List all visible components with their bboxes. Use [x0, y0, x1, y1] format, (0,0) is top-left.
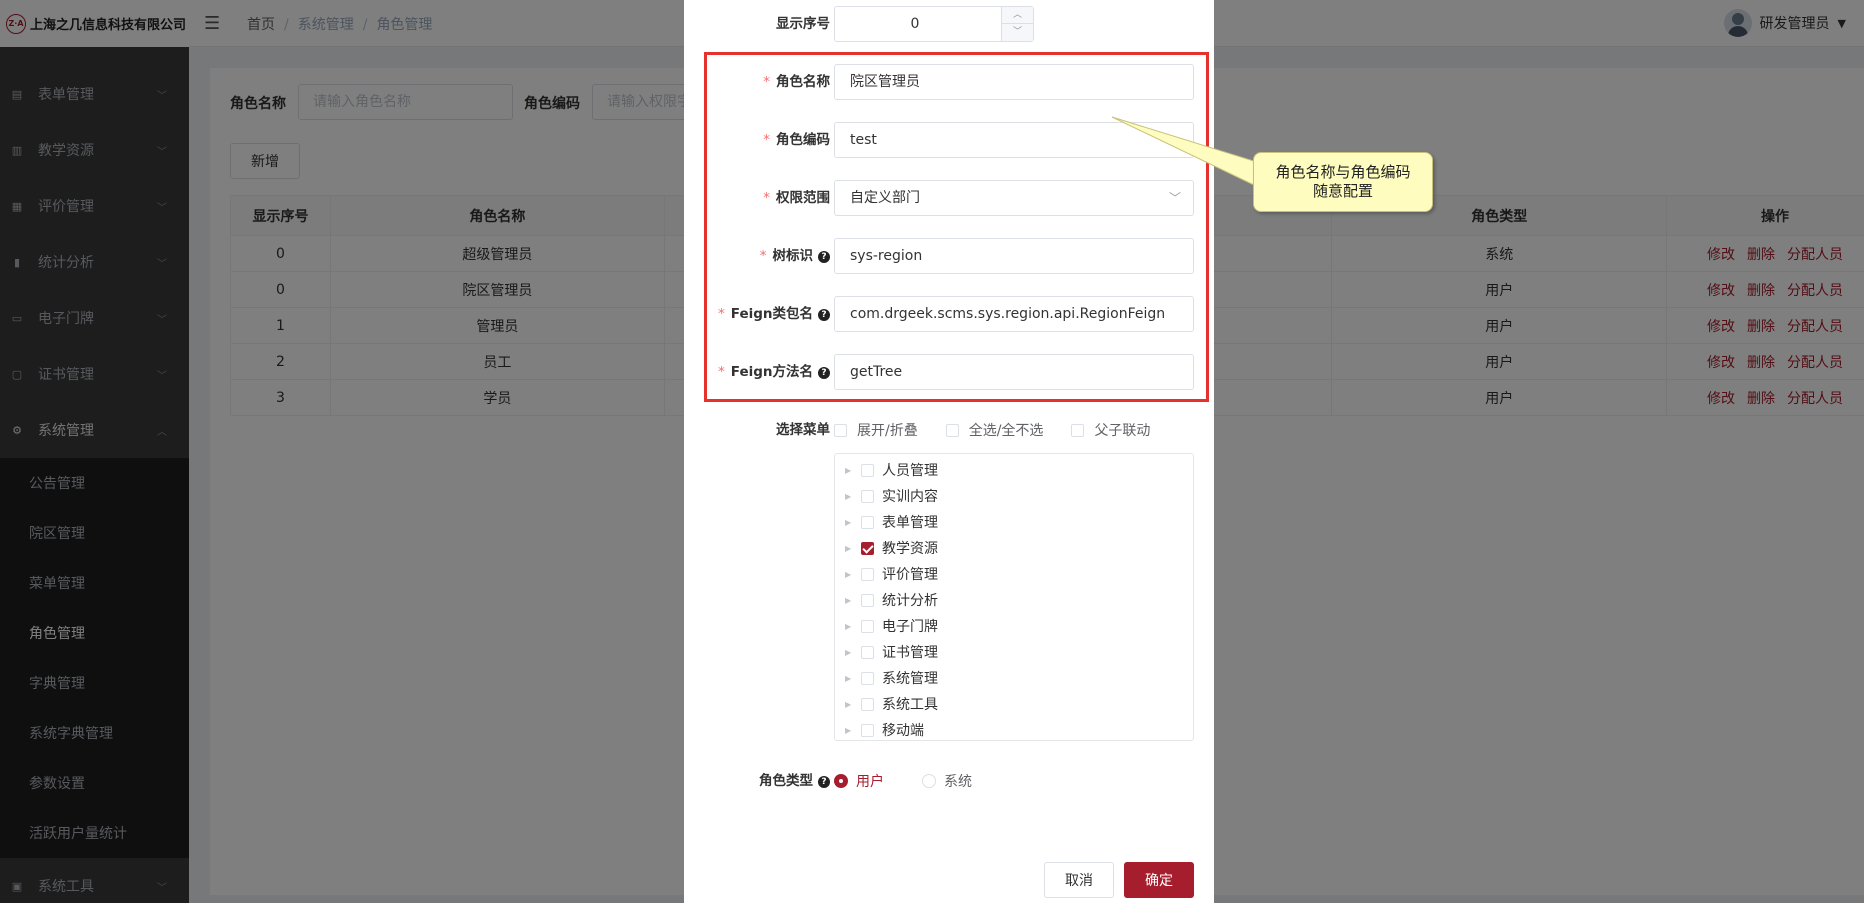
- role-type-user-radio[interactable]: 用户: [834, 771, 884, 791]
- tree-checkbox[interactable]: [861, 671, 874, 685]
- callout-line-1: 角色名称与角色编码: [1275, 163, 1411, 181]
- tree-checkbox[interactable]: [861, 697, 874, 711]
- caret-right-icon: ▶: [845, 725, 852, 735]
- confirm-button[interactable]: 确定: [1124, 862, 1194, 898]
- tree-node[interactable]: ▶ 证书管理: [835, 639, 1193, 665]
- caret-right-icon: ▶: [845, 673, 852, 683]
- tree-node[interactable]: ▶ 移动端: [835, 717, 1193, 743]
- annotation-callout: 角色名称与角色编码 随意配置: [1253, 152, 1433, 212]
- caret-right-icon: ▶: [845, 517, 852, 527]
- tree-checkbox[interactable]: [861, 593, 874, 607]
- caret-right-icon: ▶: [845, 465, 852, 475]
- tree-node[interactable]: ▶ 系统工具: [835, 691, 1193, 717]
- order-row: 显示序号 0 ︿ ﹀: [684, 6, 1214, 42]
- tree-checkbox-checked[interactable]: [861, 541, 874, 555]
- menu-options: 展开/折叠 全选/全不选 父子联动: [834, 412, 1178, 448]
- order-label: 显示序号: [776, 16, 830, 32]
- tree-checkbox[interactable]: [861, 645, 874, 659]
- role-type-label: 角色类型?: [759, 763, 830, 799]
- expand-collapse-checkbox[interactable]: 展开/折叠: [834, 420, 918, 440]
- menu-tree: ▶ 人员管理 ▶ 实训内容 ▶ 表单管理 ▶ 教学资源 ▶ 评价管理 ▶ 统计分析 ▶ 电子门…: [834, 453, 1194, 741]
- tree-node[interactable]: ▶ 评价管理: [835, 561, 1193, 587]
- tree-checkbox[interactable]: [861, 463, 874, 477]
- menu-select-label: 选择菜单: [776, 422, 830, 438]
- tree-node[interactable]: ▶ 统计分析: [835, 587, 1193, 613]
- increment-icon[interactable]: ︿: [1002, 7, 1033, 24]
- tree-checkbox[interactable]: [861, 723, 874, 737]
- tree-node[interactable]: ▶ 实训内容: [835, 483, 1193, 509]
- caret-right-icon: ▶: [845, 621, 852, 631]
- caret-right-icon: ▶: [845, 699, 852, 709]
- tree-checkbox[interactable]: [861, 567, 874, 581]
- order-value[interactable]: 0: [835, 7, 995, 41]
- role-type-radios: 用户 系统: [834, 763, 1010, 799]
- callout-line-2: 随意配置: [1312, 182, 1373, 200]
- caret-right-icon: ▶: [845, 491, 852, 501]
- tree-checkbox[interactable]: [861, 515, 874, 529]
- tree-checkbox[interactable]: [861, 489, 874, 503]
- caret-right-icon: ▶: [845, 569, 852, 579]
- tree-node[interactable]: ▶ 电子门牌: [835, 613, 1193, 639]
- role-type-system-radio[interactable]: 系统: [922, 771, 972, 791]
- parent-child-link-checkbox[interactable]: 父子联动: [1071, 420, 1150, 440]
- menu-select-row: 选择菜单 展开/折叠 全选/全不选 父子联动: [684, 412, 1214, 448]
- help-icon[interactable]: ?: [818, 776, 830, 788]
- tree-node[interactable]: ▶ 系统管理: [835, 665, 1193, 691]
- tree-node[interactable]: ▶ 表单管理: [835, 509, 1193, 535]
- stepper-arrows: ︿ ﹀: [1001, 7, 1033, 41]
- caret-right-icon: ▶: [845, 647, 852, 657]
- highlight-box: [704, 52, 1209, 402]
- tree-node[interactable]: ▶ 人员管理: [835, 457, 1193, 483]
- order-stepper[interactable]: 0 ︿ ﹀: [834, 6, 1034, 42]
- decrement-icon[interactable]: ﹀: [1002, 24, 1033, 41]
- select-all-checkbox[interactable]: 全选/全不选: [945, 420, 1043, 440]
- tree-checkbox[interactable]: [861, 619, 874, 633]
- role-type-row: 角色类型? 用户 系统: [684, 763, 1214, 799]
- cancel-button[interactable]: 取消: [1044, 862, 1114, 898]
- caret-right-icon: ▶: [845, 543, 852, 553]
- caret-right-icon: ▶: [845, 595, 852, 605]
- tree-node[interactable]: ▶ 教学资源: [835, 535, 1193, 561]
